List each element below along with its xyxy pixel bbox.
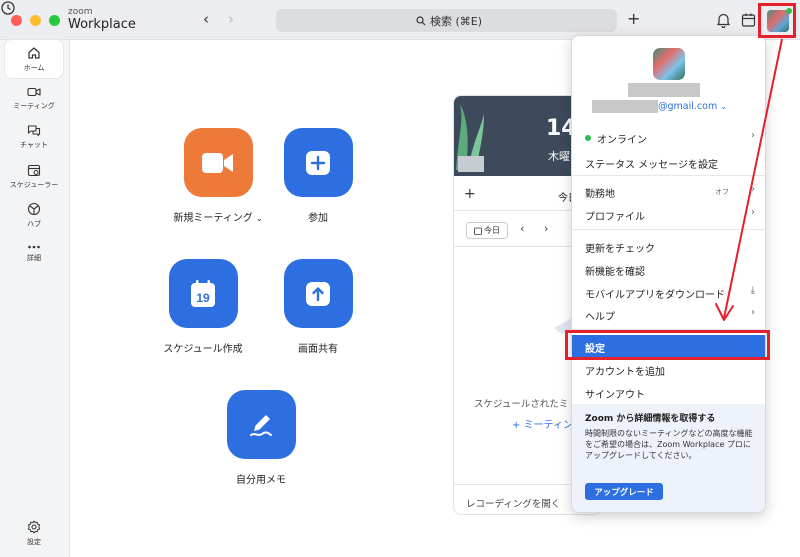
annotation-arrow [715,38,783,321]
